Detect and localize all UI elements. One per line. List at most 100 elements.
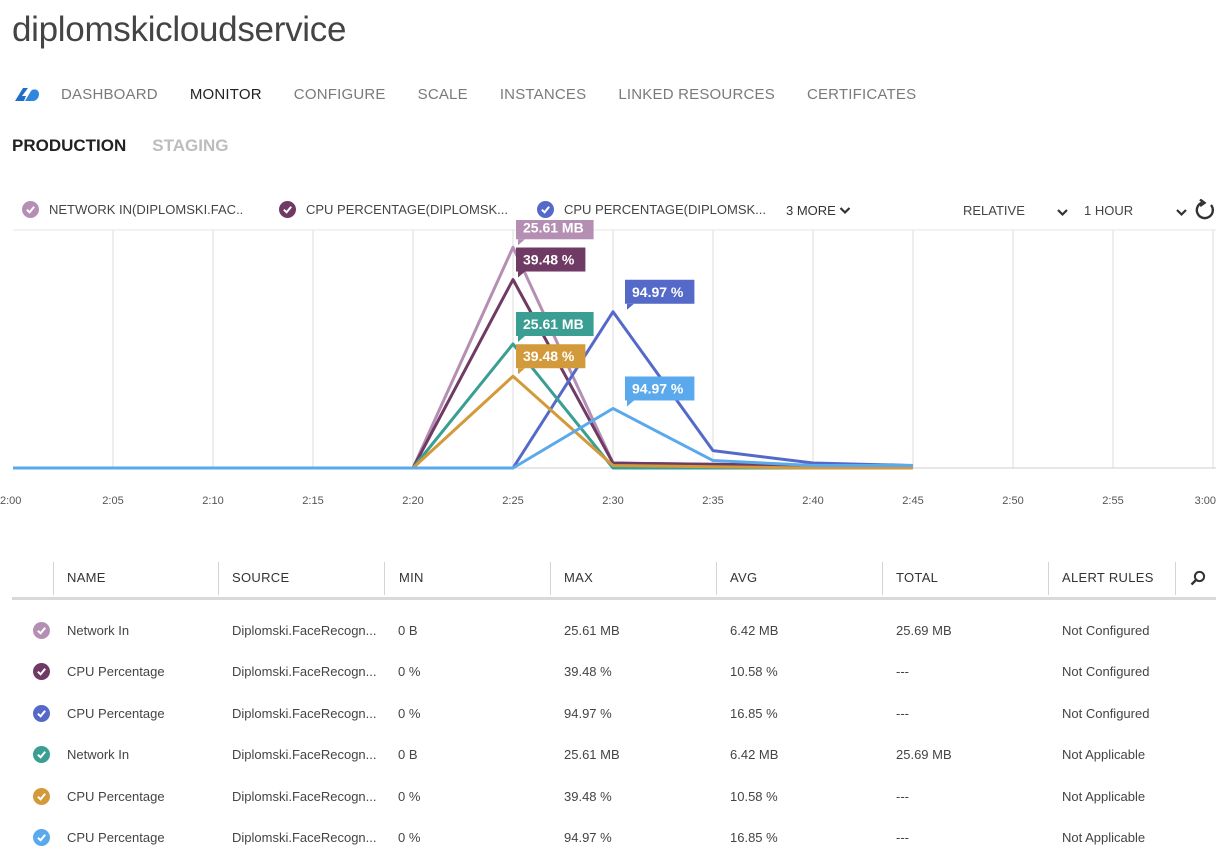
x-tick-label: 2:05 [102,495,123,507]
series-line-2 [13,310,914,470]
tab-certificates[interactable]: CERTIFICATES [807,86,916,103]
cell-source: Diplomski.FaceRecogn... [232,747,377,763]
cell-source: Diplomski.FaceRecogn... [232,664,377,680]
x-tick-label: 2:10 [202,495,223,507]
tab-staging[interactable]: STAGING [152,136,228,156]
x-tick-label: 2:25 [502,495,523,507]
cell-total: --- [896,664,909,680]
table-row[interactable]: CPU Percentage Diplomski.FaceRecogn... 0 %… [12,652,1216,693]
legend-label: CPU PERCENTAGE(DIPLOMSK... [306,202,509,217]
table-header: NAME SOURCE MIN MAX AVG TOTAL ALERT RULE… [12,560,1216,600]
cell-alert: Not Applicable [1062,788,1146,804]
table-row[interactable]: CPU Percentage Diplomski.FaceRecogn... 0 %… [12,818,1216,859]
cell-total: 25.69 MB [896,623,952,638]
cloud-service-icon [12,86,40,102]
cell-max: 39.48 % [564,788,612,804]
series-line-3 [13,342,913,470]
slot-tabs: PRODUCTION STAGING [12,136,254,156]
col-alert-rules[interactable]: ALERT RULES [1062,570,1154,585]
cell-avg: 10.58 % [730,788,778,804]
cell-max: 94.97 % [564,705,612,721]
tab-monitor[interactable]: MONITOR [190,86,262,103]
col-total[interactable]: TOTAL [896,570,938,585]
tab-production[interactable]: PRODUCTION [12,136,126,156]
cell-total: 25.69 MB [896,747,952,763]
metrics-chart: 25.61 MB 39.48 % 94.97 % 25.61 MB 39.48 % 94.… [0,220,1216,507]
chevron-down-icon [840,207,851,215]
check-icon[interactable] [33,663,50,681]
page-title: diplomskicloudservice [12,10,347,49]
legend-item-cpu-percentage-2[interactable]: CPU PERCENTAGE(DIPLOMSK... [537,201,766,218]
tooltip-label: 25.61 MB [523,316,584,332]
table-row[interactable]: Network In Diplomski.FaceRecogn... 0 B 25.6… [12,611,1216,652]
table-row[interactable]: CPU Percentage Diplomski.FaceRecogn... 0 %… [12,777,1216,818]
col-min[interactable]: MIN [399,570,424,585]
col-source[interactable]: SOURCE [232,570,289,585]
tab-configure[interactable]: CONFIGURE [294,86,386,103]
tooltip-label: 39.48 % [523,348,575,364]
cell-min: 0 B [398,623,418,638]
cell-name: CPU Percentage [67,705,165,721]
cell-source: Diplomski.FaceRecogn... [232,705,377,721]
cell-alert: Not Applicable [1062,747,1146,763]
table-row[interactable]: Network In Diplomski.FaceRecogn... 0 B 25.6… [12,735,1216,776]
col-avg[interactable]: AVG [730,570,757,585]
x-tick-label: 2:15 [302,495,323,507]
check-icon [537,201,554,218]
cell-avg: 10.58 % [730,664,778,680]
cell-avg: 16.85 % [730,705,778,721]
cell-min: 0 % [398,830,421,845]
tooltip-pointer [627,303,634,310]
x-tick-label: 3:00 [1195,495,1216,507]
tooltip-pointer [627,400,634,407]
x-tick-label: 2:00 [0,495,21,507]
cell-max: 94.97 % [564,830,612,845]
tooltip-label: 25.61 MB [523,220,584,235]
cell-alert: Not Applicable [1062,830,1146,845]
check-icon[interactable] [33,704,50,722]
cell-source: Diplomski.FaceRecogn... [232,623,377,638]
series-line-0 [13,245,913,470]
check-icon[interactable] [33,622,50,639]
cell-min: 0 B [398,747,418,763]
tooltip-pointer [518,368,525,375]
tab-linked-resources[interactable]: LINKED RESOURCES [618,86,775,103]
legend-item-cpu-percentage[interactable]: CPU PERCENTAGE(DIPLOMSK... [279,201,508,218]
time-range-select[interactable]: 1 HOUR [1084,203,1133,218]
tooltip-label: 39.48 % [523,252,575,268]
legend-item-network-in[interactable]: NETWORK IN(DIPLOMSKI.FAC.. [22,201,243,218]
cell-avg: 6.42 MB [730,747,779,763]
cell-source: Diplomski.FaceRecogn... [232,830,377,845]
tooltip-pointer [518,271,525,278]
tab-dashboard[interactable]: DASHBOARD [61,86,158,103]
tooltip-pointer [518,239,525,246]
cell-min: 0 % [398,788,421,804]
cell-total: --- [896,705,909,721]
cell-name: CPU Percentage [67,788,165,804]
relative-mode-select[interactable]: RELATIVE [963,203,1025,218]
col-max[interactable]: MAX [564,570,593,585]
tooltip-pointer [518,336,525,342]
legend-label: NETWORK IN(DIPLOMSKI.FAC.. [49,202,244,217]
x-tick-label: 2:30 [602,495,623,507]
check-icon[interactable] [33,746,50,764]
col-name[interactable]: NAME [67,570,106,585]
cell-max: 39.48 % [564,664,612,680]
cell-total: --- [896,788,909,804]
cell-name: CPU Percentage [67,830,165,845]
table-row[interactable]: CPU Percentage Diplomski.FaceRecogn... 0 %… [12,694,1216,735]
check-icon[interactable] [33,829,50,846]
tab-scale[interactable]: SCALE [418,86,468,103]
x-tick-label: 2:55 [1102,495,1123,507]
x-tick-label: 2:45 [902,495,923,507]
search-icon[interactable] [1190,570,1206,591]
main-nav: DASHBOARD MONITOR CONFIGURE SCALE INSTAN… [12,84,948,104]
more-metrics-button[interactable]: 3 MORE [786,203,851,218]
cell-name: Network In [67,623,130,638]
cell-avg: 6.42 MB [730,623,779,638]
tab-instances[interactable]: INSTANCES [500,86,587,103]
tooltip-5: 94.97 % [625,376,695,407]
cell-name: Network In [67,747,130,763]
cell-alert: Not Configured [1062,623,1150,638]
check-icon[interactable] [33,787,50,805]
